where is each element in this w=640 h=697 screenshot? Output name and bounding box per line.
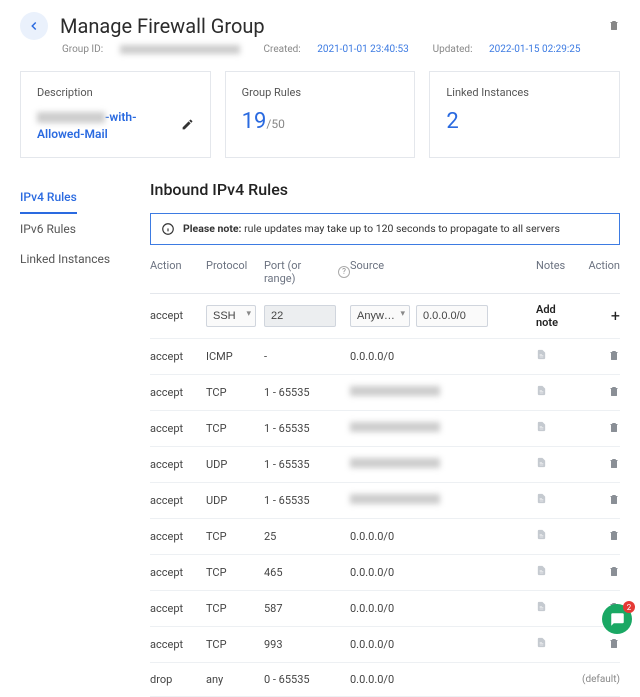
note-icon xyxy=(536,528,547,541)
view-note-button[interactable] xyxy=(536,384,580,400)
updated-label: Updated: xyxy=(433,44,473,55)
rule-row: acceptUDP1 - 65535 xyxy=(150,447,620,483)
delete-rule-button[interactable] xyxy=(580,348,620,365)
group-id-value xyxy=(120,45,240,54)
created-date: 2021-01-01 23:40:53 xyxy=(317,44,409,55)
arrow-left-icon xyxy=(27,19,41,33)
trash-icon xyxy=(608,348,620,362)
view-note-button[interactable] xyxy=(536,528,580,544)
created-label: Created: xyxy=(264,44,301,55)
rule-row: acceptTCP250.0.0.0/0 xyxy=(150,519,620,555)
meta-row: Group ID: Created: 2021-01-01 23:40:53 U… xyxy=(0,44,640,71)
trash-icon xyxy=(608,456,620,470)
port-input[interactable] xyxy=(264,305,336,327)
default-rule-row: drop any 0 - 65535 0.0.0.0/0 (default) xyxy=(150,663,620,697)
col-source-header: Source xyxy=(350,259,536,285)
group-rules-max: /50 xyxy=(266,117,284,131)
note-icon xyxy=(536,636,547,649)
col-protocol-header: Protocol xyxy=(206,259,264,285)
page-title: Manage Firewall Group xyxy=(60,14,596,38)
trash-icon xyxy=(608,636,620,650)
note-icon xyxy=(536,384,547,397)
sidebar: IPv4 Rules IPv6 Rules Linked Instances xyxy=(20,180,130,697)
note-icon xyxy=(536,348,547,361)
delete-rule-button[interactable] xyxy=(580,564,620,581)
group-rules-title: Group Rules xyxy=(242,86,399,99)
rule-row: acceptTCP1 - 65535 xyxy=(150,375,620,411)
add-note-button[interactable]: Add note xyxy=(536,303,580,329)
view-note-button[interactable] xyxy=(536,492,580,508)
protocol-select[interactable]: SSH xyxy=(206,305,256,327)
back-button[interactable] xyxy=(20,12,48,40)
delete-rule-button[interactable] xyxy=(580,384,620,401)
trash-icon xyxy=(608,492,620,506)
delete-rule-button[interactable] xyxy=(580,492,620,509)
propagation-note: Please note: rule updates may take up to… xyxy=(150,213,620,245)
group-rules-count: 19 xyxy=(242,109,267,134)
source-mode-select[interactable]: Anyw… xyxy=(350,305,410,327)
info-icon xyxy=(161,222,175,236)
new-rule-action: accept xyxy=(150,309,206,322)
main-section-title: Inbound IPv4 Rules xyxy=(150,180,620,199)
rule-row: acceptTCP1 - 65535 xyxy=(150,411,620,447)
group-id-label: Group ID: xyxy=(62,44,103,55)
note-icon xyxy=(536,600,547,613)
note-icon xyxy=(536,492,547,505)
description-card-title: Description xyxy=(37,86,194,99)
trash-icon xyxy=(608,528,620,542)
chat-icon xyxy=(610,612,625,627)
view-note-button[interactable] xyxy=(536,420,580,436)
col-notes-header: Notes xyxy=(536,259,580,285)
description-card: Description -with- Allowed-Mail xyxy=(20,71,211,158)
group-rules-card: Group Rules 19/50 xyxy=(225,71,416,158)
add-rule-button[interactable]: + xyxy=(580,306,620,325)
delete-rule-button[interactable] xyxy=(580,420,620,437)
view-note-button[interactable] xyxy=(536,564,580,580)
tab-ipv4-rules[interactable]: IPv4 Rules xyxy=(20,182,77,214)
view-note-button[interactable] xyxy=(536,348,580,364)
trash-icon xyxy=(608,420,620,434)
updated-date: 2022-01-15 02:29:25 xyxy=(489,44,581,55)
view-note-button[interactable] xyxy=(536,456,580,472)
rule-row: acceptICMP-0.0.0.0/0 xyxy=(150,339,620,375)
source-ip-input[interactable] xyxy=(416,305,488,327)
help-icon[interactable]: ? xyxy=(338,266,350,278)
trash-icon xyxy=(608,384,620,398)
trash-icon xyxy=(608,18,620,32)
rule-row: acceptTCP4650.0.0.0/0 xyxy=(150,555,620,591)
edit-description-button[interactable] xyxy=(181,118,194,134)
linked-instances-title: Linked Instances xyxy=(446,86,603,99)
table-header: Action Protocol Port (or range)? Source … xyxy=(150,259,620,294)
rule-row: acceptTCP9930.0.0.0/0 xyxy=(150,627,620,663)
delete-rule-button[interactable] xyxy=(580,636,620,653)
view-note-button[interactable] xyxy=(536,636,580,652)
chat-button[interactable]: 2 xyxy=(602,604,632,634)
col-action-header: Action xyxy=(150,259,206,285)
note-icon xyxy=(536,420,547,433)
tab-ipv6-rules[interactable]: IPv6 Rules xyxy=(20,214,130,244)
note-icon xyxy=(536,564,547,577)
rule-row: acceptUDP1 - 65535 xyxy=(150,483,620,519)
description-text: -with- Allowed-Mail xyxy=(37,109,137,143)
delete-rule-button[interactable] xyxy=(580,528,620,545)
col-rowaction-header: Action xyxy=(580,259,620,285)
rule-row: acceptTCP5870.0.0.0/0 xyxy=(150,591,620,627)
tab-linked-instances[interactable]: Linked Instances xyxy=(20,244,130,274)
view-note-button[interactable] xyxy=(536,600,580,616)
default-label: (default) xyxy=(580,674,620,685)
trash-icon xyxy=(608,564,620,578)
linked-instances-card: Linked Instances 2 xyxy=(429,71,620,158)
col-port-header: Port (or range)? xyxy=(264,259,350,285)
note-icon xyxy=(536,456,547,469)
delete-rule-button[interactable] xyxy=(580,456,620,473)
linked-instances-count: 2 xyxy=(446,109,603,134)
pencil-icon xyxy=(181,118,194,131)
chat-badge: 2 xyxy=(623,601,635,613)
delete-group-button[interactable] xyxy=(608,18,620,35)
new-rule-row: accept SSH Anyw… Add note + xyxy=(150,294,620,339)
